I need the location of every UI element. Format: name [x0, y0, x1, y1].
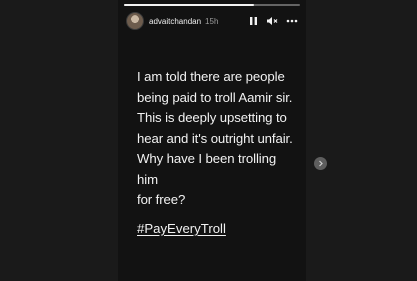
story-progress-bar: [124, 4, 300, 6]
chevron-right-icon: [319, 160, 323, 167]
username[interactable]: advaitchandan: [149, 17, 201, 26]
avatar[interactable]: [126, 12, 144, 30]
story-text: I am told there are people being paid to…: [137, 69, 293, 207]
story-header: advaitchandan 15h: [126, 12, 298, 30]
next-story-button[interactable]: [314, 157, 327, 170]
pause-icon[interactable]: [249, 16, 258, 26]
more-options-icon[interactable]: [286, 16, 298, 26]
story-viewer[interactable]: advaitchandan 15h I am told there are pe…: [118, 0, 306, 281]
muted-speaker-icon[interactable]: [266, 16, 278, 26]
hashtag-link[interactable]: #PayEveryTroll: [137, 219, 226, 239]
story-progress-fill: [124, 4, 255, 6]
story-timestamp: 15h: [205, 16, 219, 26]
story-controls: [249, 12, 298, 30]
